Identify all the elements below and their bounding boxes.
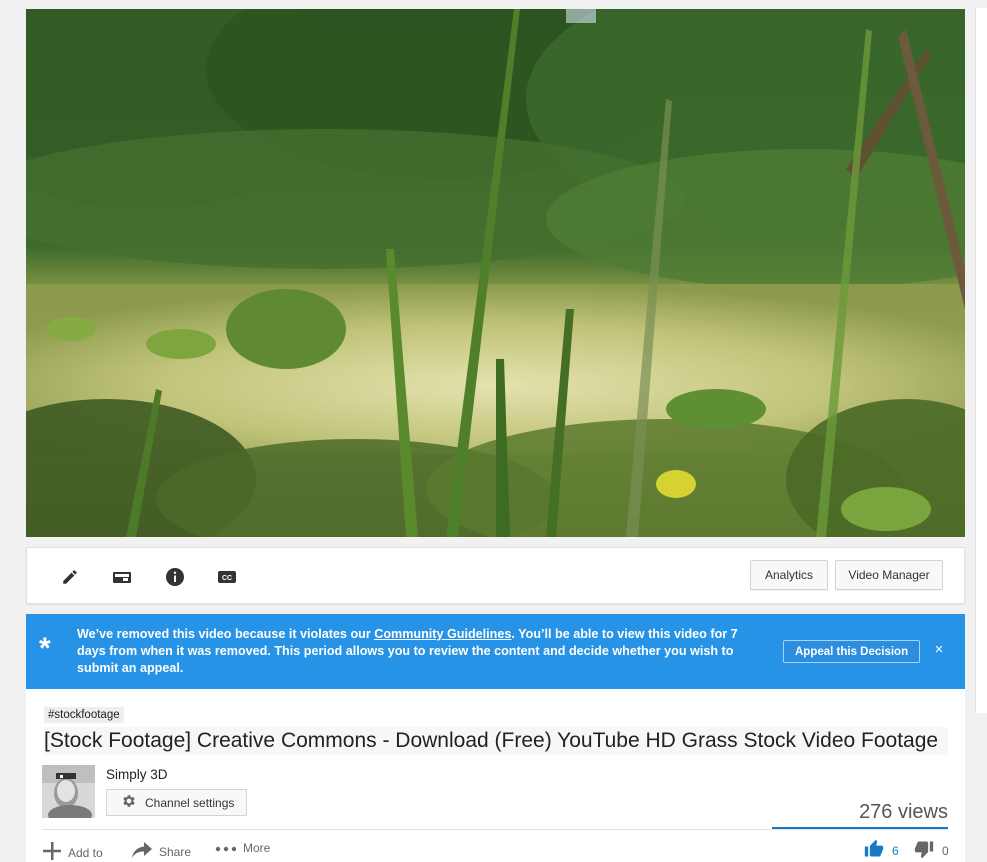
more-dots-icon: [215, 841, 237, 855]
dislike-count: 0: [942, 843, 949, 858]
avatar[interactable]: [42, 765, 95, 818]
cc-icon[interactable]: CC: [216, 566, 238, 588]
video-info-panel: #stockfootage [Stock Footage] Creative C…: [26, 689, 965, 862]
more-label: More: [243, 841, 271, 855]
channel-settings-button[interactable]: Channel settings: [106, 789, 248, 816]
thumbs-up-icon: [864, 839, 884, 862]
svg-text:CC: CC: [222, 575, 232, 582]
view-count: 276 views: [859, 801, 948, 823]
notice-text-before: We’ve removed this video because it viol…: [77, 627, 375, 641]
video-toolbar: CC Analytics Video Manager: [26, 547, 965, 604]
community-guidelines-link[interactable]: Community Guidelines: [374, 627, 511, 641]
hashtag-link[interactable]: #stockfootage: [44, 707, 124, 723]
share-label: Share: [159, 844, 192, 859]
add-to-button[interactable]: Add to: [42, 841, 103, 862]
removal-notice-banner: * We’ve removed this video because it vi…: [26, 614, 965, 689]
enhance-icon[interactable]: [111, 566, 133, 588]
star-icon: *: [39, 632, 51, 665]
channel-settings-label: Channel settings: [145, 795, 235, 810]
appeal-decision-button[interactable]: Appeal this Decision: [783, 640, 921, 663]
share-icon: [131, 841, 153, 862]
video-manager-button[interactable]: Video Manager: [835, 560, 943, 590]
like-count: 6: [892, 843, 899, 858]
add-to-label: Add to: [68, 845, 103, 860]
like-button[interactable]: 6: [864, 839, 899, 862]
divider: [42, 829, 948, 830]
side-panel-edge: [975, 8, 987, 713]
removal-notice-text: We’ve removed this video because it viol…: [77, 626, 767, 677]
video-title: [Stock Footage] Creative Commons - Downl…: [44, 727, 948, 755]
channel-name[interactable]: Simply 3D: [106, 767, 168, 782]
more-button[interactable]: More: [215, 841, 270, 855]
video-frame: [26, 9, 965, 537]
close-icon[interactable]: ×: [931, 642, 947, 658]
video-player[interactable]: [26, 9, 965, 537]
pencil-icon[interactable]: [59, 566, 81, 588]
info-icon[interactable]: [164, 566, 186, 588]
dislike-button[interactable]: 0: [914, 839, 949, 862]
plus-icon: [42, 841, 62, 862]
share-button[interactable]: Share: [131, 841, 191, 862]
thumbs-down-icon: [914, 839, 934, 862]
analytics-button[interactable]: Analytics: [750, 560, 828, 590]
gear-icon: [121, 793, 137, 812]
